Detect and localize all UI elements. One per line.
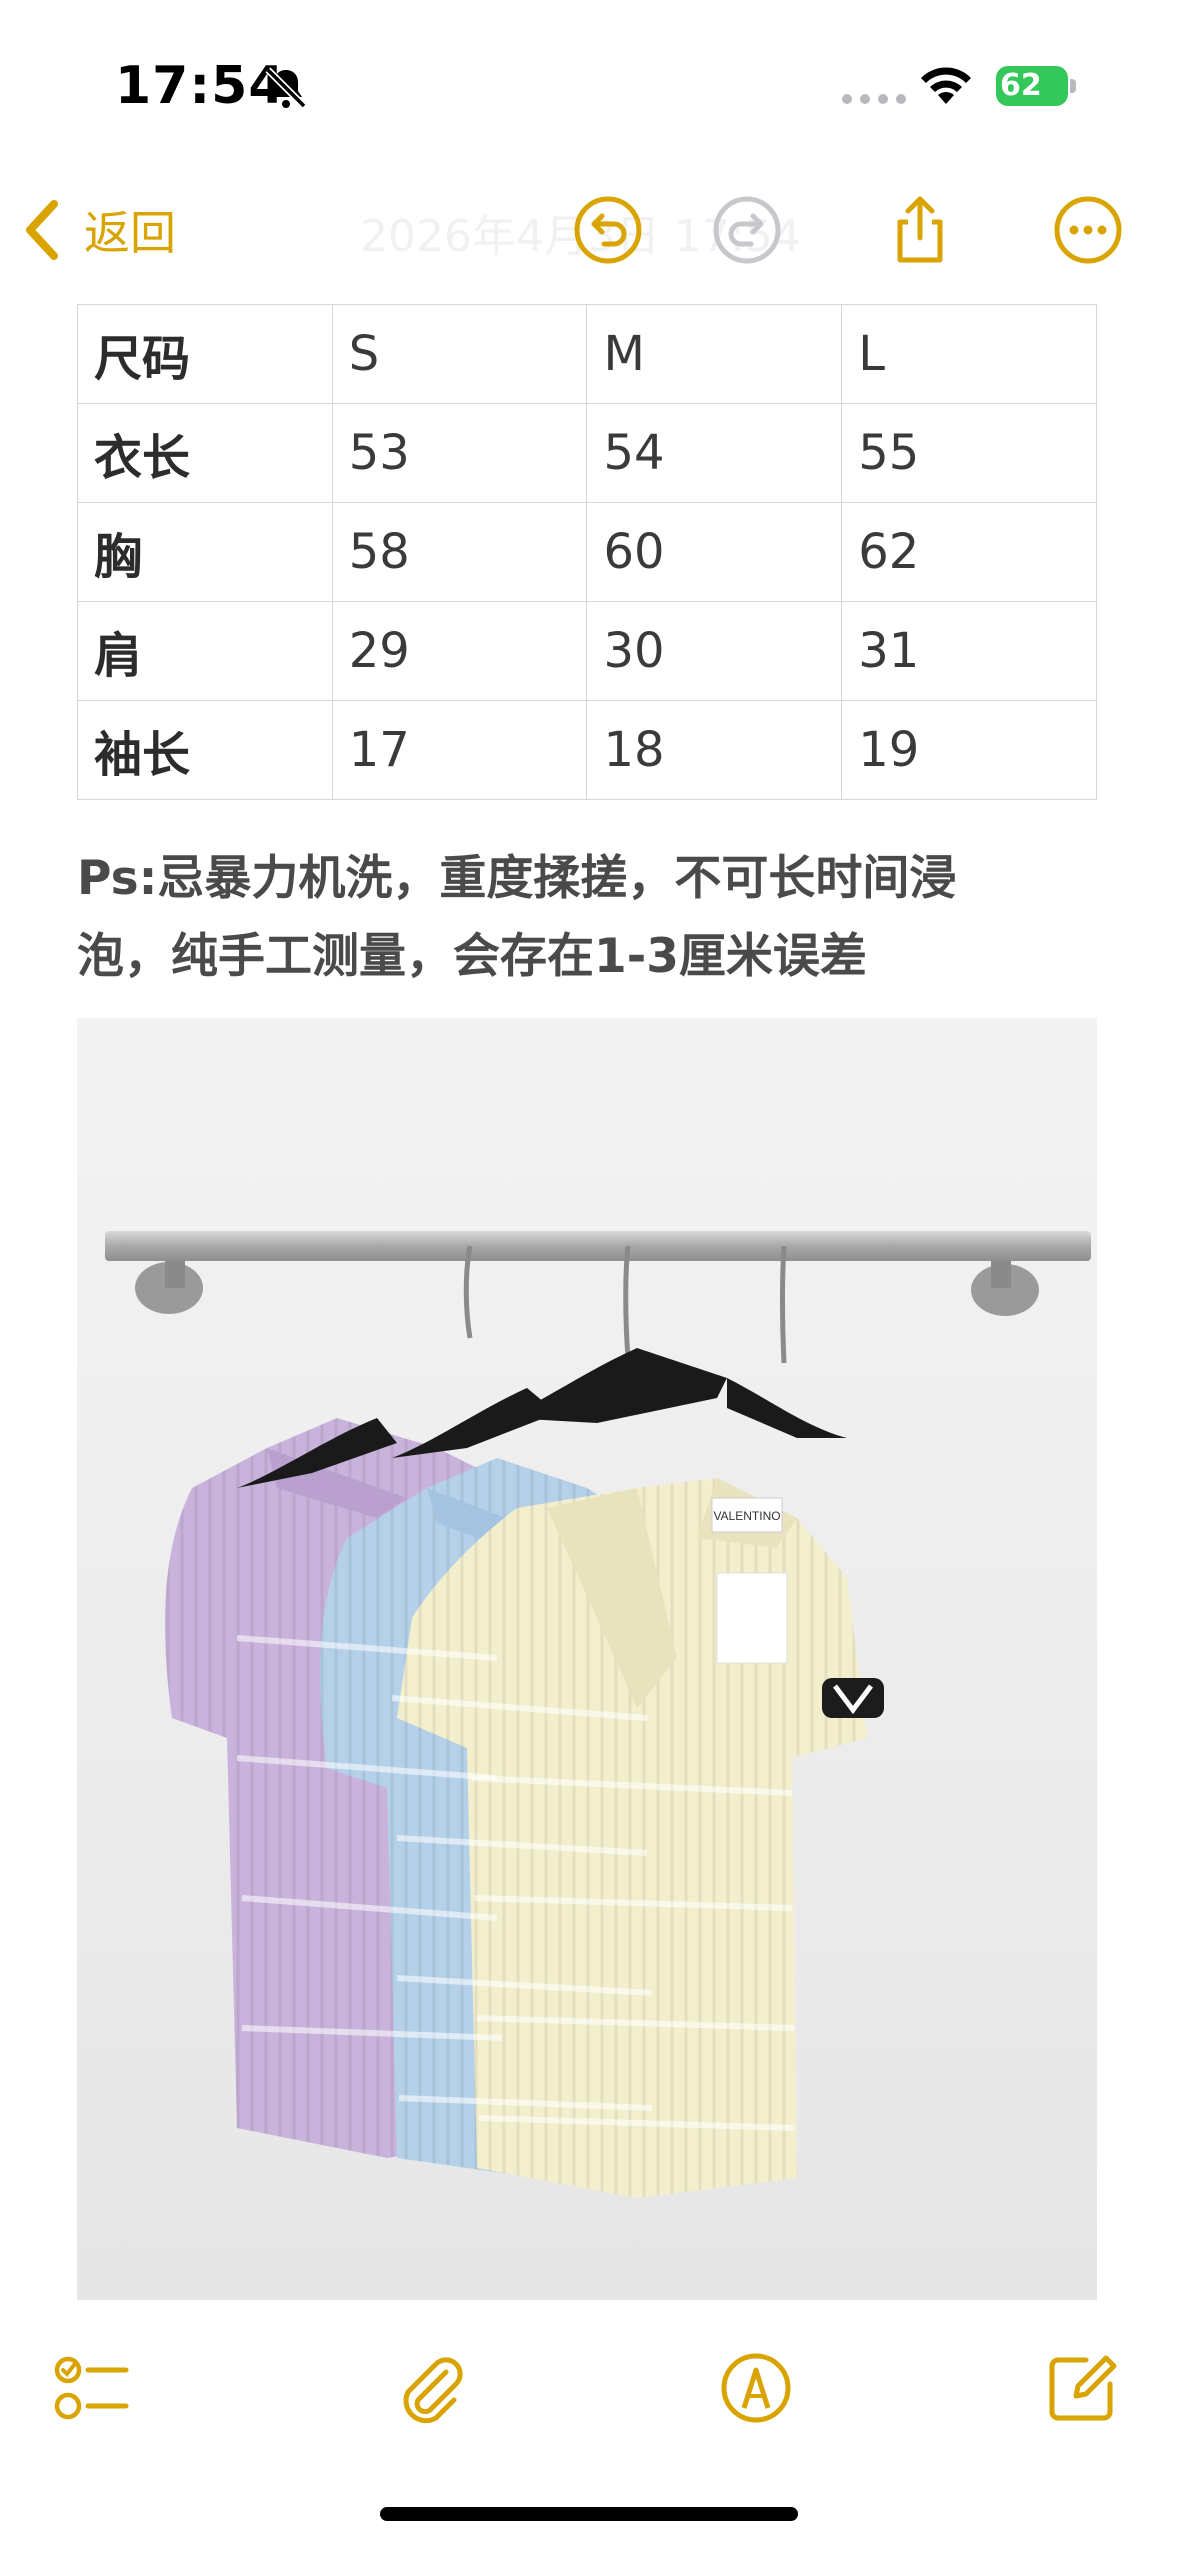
battery-icon: 62	[996, 66, 1076, 106]
bell-slash-icon	[265, 67, 307, 109]
home-indicator[interactable]	[380, 2507, 798, 2521]
table-cell[interactable]: 肩	[77, 601, 333, 701]
compose-button[interactable]	[1040, 2346, 1124, 2430]
more-button[interactable]	[1048, 190, 1128, 270]
table-row: 尺码 S M L	[77, 304, 1097, 404]
note-line: Ps:忌暴力机洗，重度揉搓，不可长时间浸	[77, 851, 957, 906]
chevron-left-icon	[26, 200, 58, 260]
redo-button[interactable]	[707, 190, 787, 270]
more-icon	[1054, 196, 1122, 264]
compose-icon	[1049, 2355, 1117, 2421]
table-cell[interactable]: 袖长	[77, 700, 333, 800]
garment-label-text: VALENTINO	[713, 1509, 780, 1523]
table-cell[interactable]: 53	[331, 403, 588, 503]
table-cell[interactable]: M	[586, 304, 843, 404]
table-cell[interactable]: 19	[841, 700, 1097, 800]
undo-button[interactable]	[568, 190, 648, 270]
share-icon	[897, 196, 943, 263]
table-row: 胸 58 60 62	[77, 502, 1097, 602]
attachment-button[interactable]	[388, 2346, 472, 2430]
table-cell[interactable]: 58	[331, 502, 588, 602]
markup-button[interactable]	[714, 2346, 798, 2430]
table-cell[interactable]: L	[841, 304, 1097, 404]
signal-dots-icon	[842, 94, 906, 104]
table-cell[interactable]: 62	[841, 502, 1097, 602]
table-cell[interactable]: 尺码	[77, 304, 333, 404]
table-cell[interactable]: 胸	[77, 502, 333, 602]
status-bar: 17:54 62	[0, 0, 1179, 170]
table-cell[interactable]: 29	[331, 601, 588, 701]
note-body-text[interactable]: Ps:忌暴力机洗，重度揉搓，不可长时间浸 泡，纯手工测量，会存在1-3厘米误差	[77, 840, 1117, 996]
table-cell[interactable]: 30	[586, 601, 843, 701]
battery-level: 62	[1000, 68, 1042, 103]
table-row: 袖长 17 18 19	[77, 700, 1097, 800]
checklist-icon	[54, 2356, 129, 2420]
checklist-button[interactable]	[50, 2346, 134, 2430]
table-row: 肩 29 30 31	[77, 601, 1097, 701]
product-photo[interactable]: VALENTINO	[77, 1018, 1097, 2300]
markup-pen-icon	[721, 2353, 791, 2423]
back-label: 返回	[84, 206, 176, 260]
status-time: 17:54	[115, 56, 286, 116]
product-photo-illustration: VALENTINO	[77, 1018, 1097, 2300]
note-line: 泡，纯手工测量，会存在1-3厘米误差	[77, 929, 867, 984]
wifi-icon	[921, 67, 971, 104]
table-cell[interactable]: 18	[586, 700, 843, 800]
table-cell[interactable]: 衣长	[77, 403, 333, 503]
redo-icon	[713, 196, 781, 264]
bottom-toolbar	[0, 2310, 1179, 2460]
size-table: 尺码 S M L 衣长 53 54 55 胸 58 60 62 肩 29 30 …	[77, 304, 1097, 800]
table-cell[interactable]: 17	[331, 700, 588, 800]
table-row: 衣长 53 54 55	[77, 403, 1097, 503]
table-cell[interactable]: 60	[586, 502, 843, 602]
undo-icon	[574, 196, 642, 264]
table-cell[interactable]: 31	[841, 601, 1097, 701]
share-button[interactable]	[880, 190, 960, 270]
paperclip-icon	[403, 2357, 463, 2424]
back-button[interactable]: 返回	[20, 190, 176, 270]
nav-bar: 返回 2026年4月3日 17:54	[0, 170, 1179, 290]
table-cell[interactable]: S	[331, 304, 588, 404]
table-cell[interactable]: 54	[586, 403, 843, 503]
table-cell[interactable]: 55	[841, 403, 1097, 503]
